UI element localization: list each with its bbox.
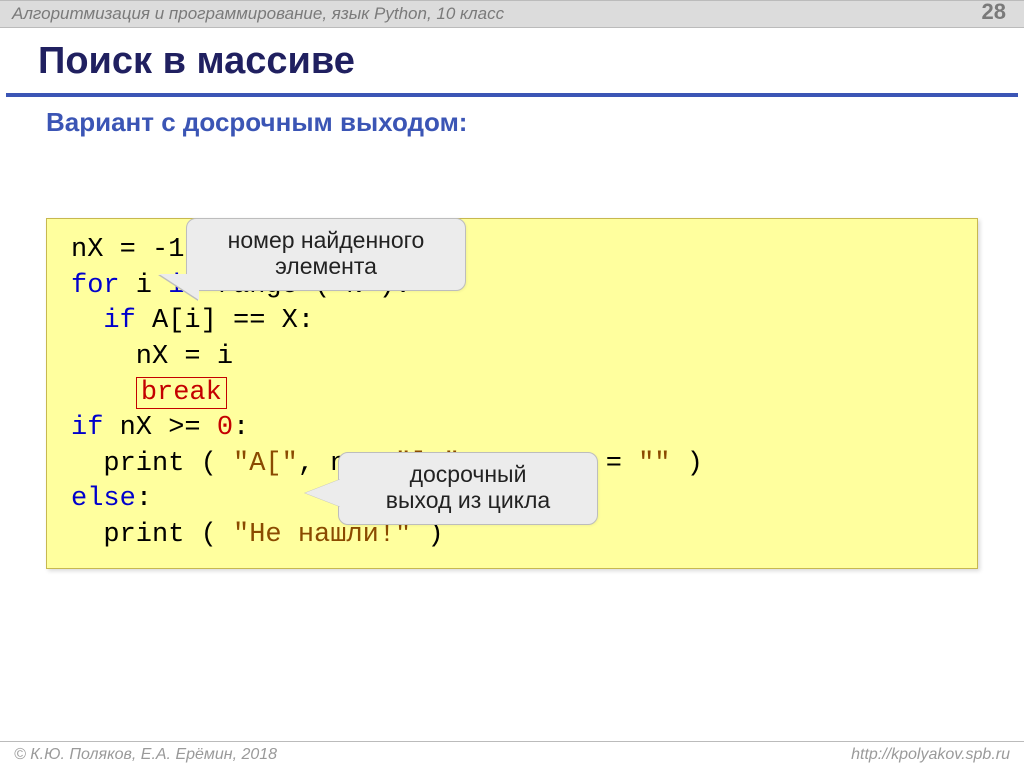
code-break: break — [136, 377, 227, 409]
callout-line: досрочный — [410, 461, 527, 487]
page-number: 28 — [982, 0, 1006, 25]
slide-title: Поиск в массиве — [0, 28, 1024, 93]
content-area: номер найденного элемента досрочный выхо… — [0, 218, 1024, 569]
subtitle: Вариант с досрочным выходом: — [0, 107, 1024, 138]
code-text: A[i] == X: — [136, 306, 314, 336]
code-text: nX >= — [103, 413, 216, 443]
footer: © К.Ю. Поляков, Е.А. Ерёмин, 2018 http:/… — [0, 741, 1024, 767]
footer-left: © К.Ю. Поляков, Е.А. Ерёмин, 2018 — [14, 746, 277, 764]
callout-found-index: номер найденного элемента — [186, 218, 466, 291]
code-text — [71, 378, 136, 408]
callout-early-exit: досрочный выход из цикла — [338, 452, 598, 525]
title-rule — [6, 93, 1018, 97]
course-label: Алгоритмизация и программирование, язык … — [12, 4, 504, 24]
code-text: ) — [671, 449, 703, 479]
code-str: "" — [638, 449, 670, 479]
footer-right: http://kpolyakov.spb.ru — [851, 746, 1010, 764]
code-text: nX = i — [71, 342, 233, 372]
code-text: 0 — [217, 413, 233, 443]
code-text: -1 — [152, 235, 184, 265]
callout-line: номер найденного — [228, 227, 425, 253]
code-text: print ( — [71, 449, 233, 479]
callout-line: элемента — [275, 253, 377, 279]
header-bar: Алгоритмизация и программирование, язык … — [0, 0, 1024, 28]
code-kw: else — [71, 484, 136, 514]
callout-line: выход из цикла — [386, 487, 550, 513]
code-kw: if — [71, 413, 103, 443]
code-kw: if — [71, 306, 136, 336]
code-str: "A[" — [233, 449, 298, 479]
code-text: : — [233, 413, 249, 443]
code-kw: for — [71, 271, 120, 301]
code-text: nX = — [71, 235, 152, 265]
code-text: : — [136, 484, 152, 514]
code-text: print ( — [71, 520, 233, 550]
